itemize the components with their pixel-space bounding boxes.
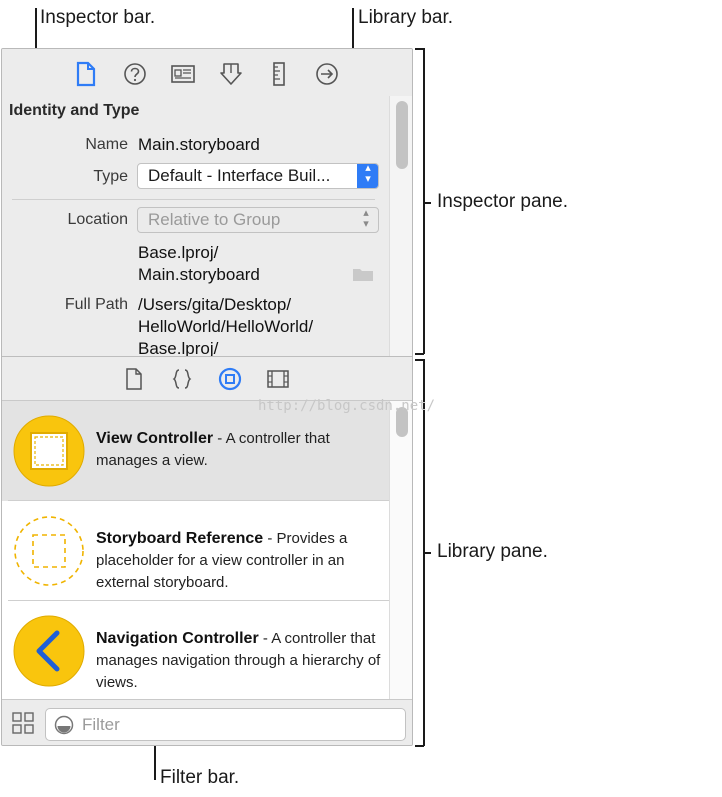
filter-input[interactable]: [80, 712, 394, 738]
file-template-icon[interactable]: [122, 367, 146, 391]
library-item[interactable]: View Controller - A controller that mana…: [2, 401, 390, 501]
inspector-scroll-thumb[interactable]: [396, 101, 408, 169]
divider: [12, 199, 375, 200]
utility-area: Identity and Type Name Main.storyboard T…: [1, 48, 413, 746]
library-item-title: View Controller: [96, 430, 214, 447]
library-item-text: View Controller - A controller that mana…: [96, 428, 390, 472]
folder-icon[interactable]: [352, 266, 374, 282]
filter-field[interactable]: [45, 708, 406, 741]
full-path-line-2: HelloWorld/HelloWorld/: [138, 317, 314, 336]
library-item-text: Navigation Controller - A controller tha…: [96, 628, 390, 694]
media-library-icon[interactable]: [266, 367, 290, 391]
popup-stepper-icon: ▴ ▾: [357, 164, 378, 188]
library-pane-bracket-bottom: [415, 745, 424, 747]
library-scrollbar[interactable]: [389, 401, 412, 699]
inspector-pane-bracket-bottom: [415, 353, 424, 355]
location-popup-value: Relative to Group: [148, 210, 281, 229]
library-pane-bracket-tick: [423, 552, 431, 554]
object-library-icon[interactable]: [218, 367, 242, 391]
library-item-text: Storyboard Reference - Provides a placeh…: [96, 528, 390, 594]
inspector-bar: [2, 49, 412, 97]
section-title: Identity and Type: [9, 102, 140, 119]
code-snippet-icon[interactable]: [170, 367, 194, 391]
name-label: Name: [85, 136, 128, 153]
location-path-line-1: Base.lproj/: [138, 243, 219, 262]
view-controller-icon: [13, 415, 85, 487]
filter-bar-callout: Filter bar.: [160, 767, 240, 788]
library-item[interactable]: Storyboard Reference - Provides a placeh…: [2, 501, 390, 601]
identity-inspector-icon[interactable]: [170, 61, 196, 87]
inspector-pane-bracket-top: [415, 48, 424, 50]
full-path-line-1: /Users/gita/Desktop/: [138, 295, 292, 314]
library-bar: [2, 356, 412, 401]
watermark: http://blog.csdn.net/: [258, 398, 436, 414]
name-value[interactable]: Main.storyboard: [138, 135, 260, 155]
type-popup[interactable]: Default - Interface Buil... ▴ ▾: [137, 163, 379, 189]
inspector-bar-callout: Inspector bar.: [40, 7, 156, 28]
location-popup[interactable]: Relative to Group ▴ ▾: [137, 207, 379, 233]
library-pane-bracket-top: [415, 359, 424, 361]
filter-icon: [54, 715, 74, 735]
quick-help-icon[interactable]: [122, 61, 148, 87]
filter-bar: [2, 699, 412, 745]
full-path-line-3: Base.lproj/: [138, 339, 219, 356]
inspector-pane-bracket: [423, 48, 425, 354]
full-path-label: Full Path: [64, 296, 128, 313]
type-popup-value: Default - Interface Buil...: [148, 166, 331, 185]
file-inspector-icon[interactable]: [73, 61, 99, 87]
library-item[interactable]: Navigation Controller - A controller tha…: [2, 601, 390, 699]
storyboard-reference-icon: [13, 515, 85, 587]
library-item-title: Storyboard Reference: [96, 530, 264, 547]
navigation-controller-icon: [13, 615, 85, 687]
size-inspector-icon[interactable]: [266, 61, 292, 87]
grid-view-icon[interactable]: [12, 712, 34, 734]
attributes-inspector-icon[interactable]: [218, 61, 244, 87]
inspector-pane: Identity and Type Name Main.storyboard T…: [2, 96, 412, 356]
library-bar-callout: Library bar.: [358, 7, 454, 28]
location-label: Location: [67, 211, 129, 228]
library-item-title: Navigation Controller: [96, 630, 259, 647]
inspector-scrollbar[interactable]: [389, 96, 412, 356]
library-pane: View Controller - A controller that mana…: [2, 401, 412, 699]
type-label: Type: [93, 168, 128, 185]
inspector-pane-bracket-tick: [423, 202, 431, 204]
inspector-pane-callout: Inspector pane.: [437, 191, 568, 212]
popup-stepper-icon: ▴ ▾: [363, 207, 369, 230]
location-path-line-2: Main.storyboard: [138, 265, 260, 284]
connections-inspector-icon[interactable]: [314, 61, 340, 87]
library-pane-callout: Library pane.: [437, 541, 548, 562]
